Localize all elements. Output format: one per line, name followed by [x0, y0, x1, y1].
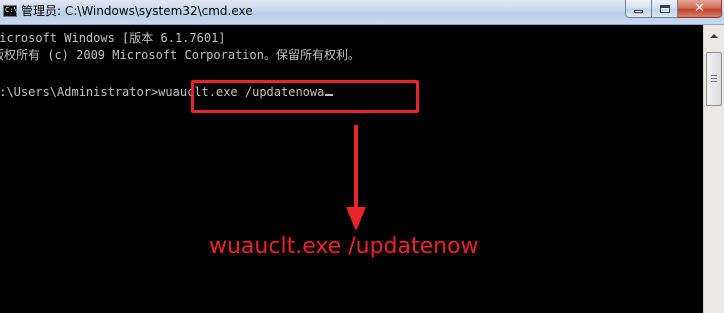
grip-line: [711, 75, 717, 76]
minimize-icon: [634, 10, 643, 13]
maximize-button[interactable]: [652, 0, 678, 18]
command-highlight-box: [191, 80, 419, 113]
cmd-window: C:\ 管理员: C:\Windows\system32\cmd.exe ✕ M…: [0, 0, 724, 313]
scroll-up-button[interactable]: [706, 28, 722, 44]
cmd-icon-prompt: C:\: [5, 6, 18, 14]
scroll-thumb[interactable]: [706, 52, 722, 106]
console-prompt: C:\Users\Administrator>: [0, 85, 159, 99]
caption-buttons: ✕: [625, 0, 722, 18]
grip-line: [711, 78, 717, 79]
arrow-up-icon: [710, 34, 718, 38]
title-bar[interactable]: C:\ 管理员: C:\Windows\system32\cmd.exe ✕: [0, 0, 724, 25]
console-line-copyright: 版权所有 (c) 2009 Microsoft Corporation。保留所有…: [0, 48, 360, 62]
window-title: 管理员: C:\Windows\system32\cmd.exe: [21, 4, 253, 18]
console-line-version: Microsoft Windows [版本 6.1.7601]: [0, 31, 226, 45]
annotation-label: wuauclt.exe /updatenow: [209, 234, 479, 259]
annotation-arrow-shaft: [354, 125, 358, 213]
cmd-icon[interactable]: C:\: [3, 5, 18, 17]
annotation-arrow-icon: [346, 207, 366, 231]
close-button[interactable]: ✕: [678, 0, 722, 18]
close-icon: ✕: [694, 0, 705, 16]
maximize-icon: [659, 4, 670, 13]
grip-line: [711, 81, 717, 82]
minimize-button[interactable]: [625, 0, 652, 18]
vertical-scrollbar[interactable]: [703, 25, 724, 313]
console-output[interactable]: Microsoft Windows [版本 6.1.7601] 版权所有 (c)…: [0, 25, 703, 313]
